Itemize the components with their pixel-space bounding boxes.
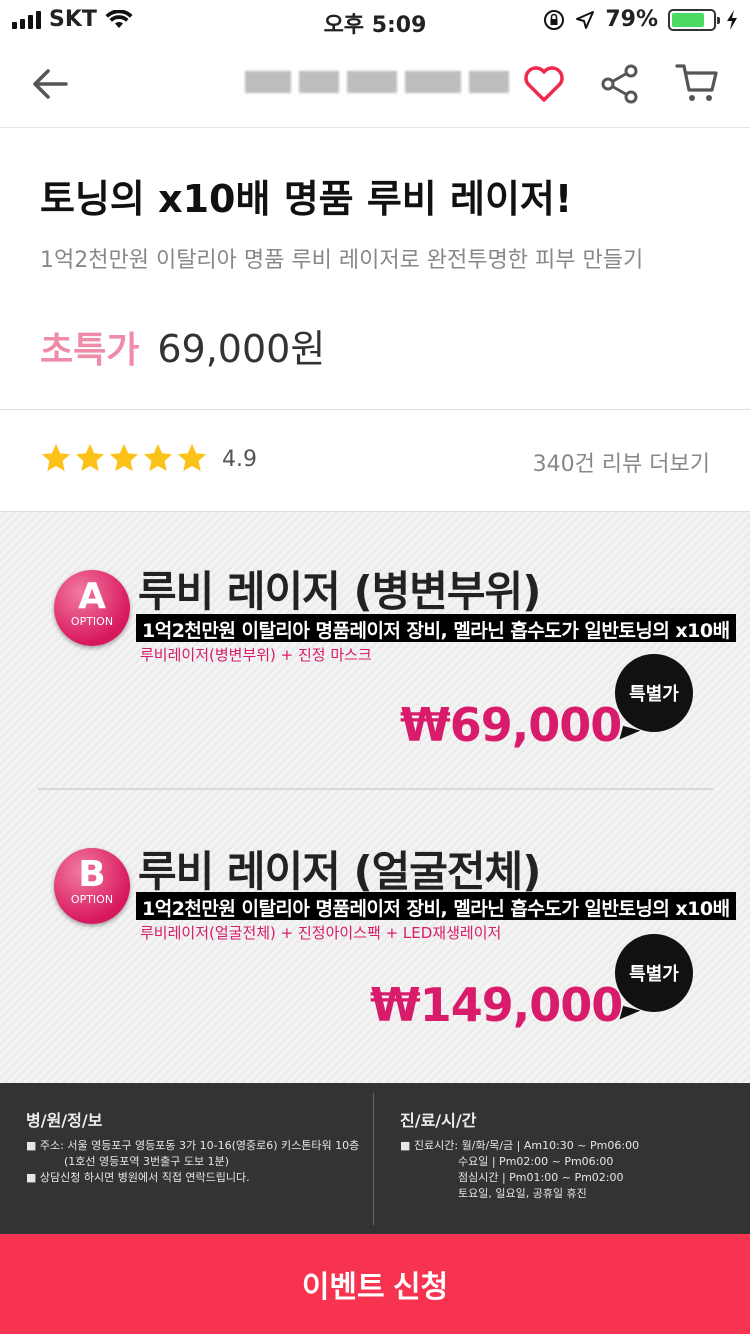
cart-icon[interactable]	[674, 60, 720, 106]
hospital-directions: (1호선 영등포역 3번출구 도보 1분)	[64, 1155, 230, 1168]
option-divider	[38, 788, 713, 790]
option-b[interactable]: B OPTION 루비 레이저 (얼굴전체) 1억2천만원 이탈리아 명품레이저…	[0, 796, 750, 1056]
star-icon	[144, 444, 172, 471]
hours-lunch: 점심시간 | Pm01:00 ~ Pm02:00	[458, 1171, 624, 1184]
option-banner: A OPTION 루비 레이저 (병변부위) 1억2천만원 이탈리아 명품레이저…	[0, 511, 750, 1083]
option-sub: 루비레이저(병변부위) + 진정 마스크	[140, 646, 372, 664]
back-arrow-icon[interactable]	[30, 64, 70, 104]
option-badge: B OPTION	[54, 848, 130, 924]
star-icon	[76, 444, 104, 471]
product-subtitle: 1억2천만원 이탈리아 명품 루비 레이저로 완전투명한 피부 만들기	[40, 248, 644, 273]
heart-icon[interactable]	[522, 62, 566, 106]
price-label: 초특가	[40, 330, 140, 371]
hospital-info-title: 병/원/정/보	[26, 1111, 103, 1130]
battery-percent: 79%	[605, 7, 658, 32]
star-icon	[178, 444, 206, 471]
option-sub: 루비레이저(얼굴전체) + 진정아이스팩 + LED재생레이저	[140, 924, 502, 942]
option-desc: 1억2천만원 이탈리아 명품레이저 장비, 멜라닌 흡수도가 일반토닝의 x10…	[136, 892, 736, 920]
rating-value: 4.9	[222, 447, 257, 472]
rotation-lock-icon	[544, 9, 565, 30]
reviews-link[interactable]: 340건 리뷰 더보기	[533, 446, 710, 478]
product-price: 69,000원	[157, 327, 326, 371]
option-badge-label: OPTION	[70, 615, 114, 628]
option-badge-label: OPTION	[70, 893, 114, 906]
star-icon	[110, 444, 138, 471]
location-icon	[576, 10, 595, 29]
star-icon	[42, 444, 70, 471]
share-icon[interactable]	[598, 62, 642, 106]
charging-icon	[727, 9, 737, 30]
hospital-contact-note: ■ 상담신청 하시면 병원에서 직접 연락드립니다.	[26, 1171, 250, 1184]
hours-closed: 토요일, 일요일, 공휴일 휴진	[458, 1187, 587, 1200]
option-a[interactable]: A OPTION 루비 레이저 (병변부위) 1억2천만원 이탈리아 명품레이저…	[0, 512, 750, 790]
option-letter: A	[78, 576, 106, 617]
option-letter: B	[78, 854, 106, 895]
option-title: 루비 레이저 (병변부위)	[138, 567, 541, 616]
blurred-title	[245, 62, 535, 102]
hours-weekday: ■ 진료시간: 월/화/목/금 | Am10:30 ~ Pm06:00	[400, 1139, 640, 1152]
battery-icon	[668, 8, 720, 31]
option-desc: 1억2천만원 이탈리아 명품레이저 장비, 멜라닌 흡수도가 일반토닝의 x10…	[136, 614, 736, 642]
rating-row: 4.9 340건 리뷰 더보기	[0, 410, 750, 510]
price-row: 초특가 69,000원	[40, 318, 325, 373]
special-price-bubble: 특별가	[615, 934, 693, 1012]
top-nav	[0, 40, 750, 128]
status-right: 79%	[543, 7, 738, 32]
hospital-info: 병/원/정/보 ■ 주소: 서울 영등포구 영등포동 3가 10-16(영중로6…	[0, 1083, 750, 1235]
hours-title: 진/료/시/간	[400, 1111, 477, 1130]
star-rating	[40, 442, 208, 474]
hospital-address: ■ 주소: 서울 영등포구 영등포동 3가 10-16(영중로6) 키스톤타워 …	[26, 1139, 360, 1152]
product-title: 토닝의 x10배 명품 루비 레이저!	[40, 177, 573, 221]
option-price: ₩69,000	[400, 698, 622, 752]
info-divider	[373, 1093, 374, 1225]
hours-wednesday: 수요일 | Pm02:00 ~ Pm06:00	[458, 1155, 614, 1168]
status-bar: SKT 오후 5:09 79%	[0, 0, 750, 40]
event-apply-button[interactable]: 이벤트 신청	[0, 1234, 750, 1334]
option-price: ₩149,000	[370, 978, 623, 1032]
option-badge: A OPTION	[54, 570, 130, 646]
special-price-bubble: 특별가	[615, 654, 693, 732]
option-title: 루비 레이저 (얼굴전체)	[138, 847, 541, 896]
